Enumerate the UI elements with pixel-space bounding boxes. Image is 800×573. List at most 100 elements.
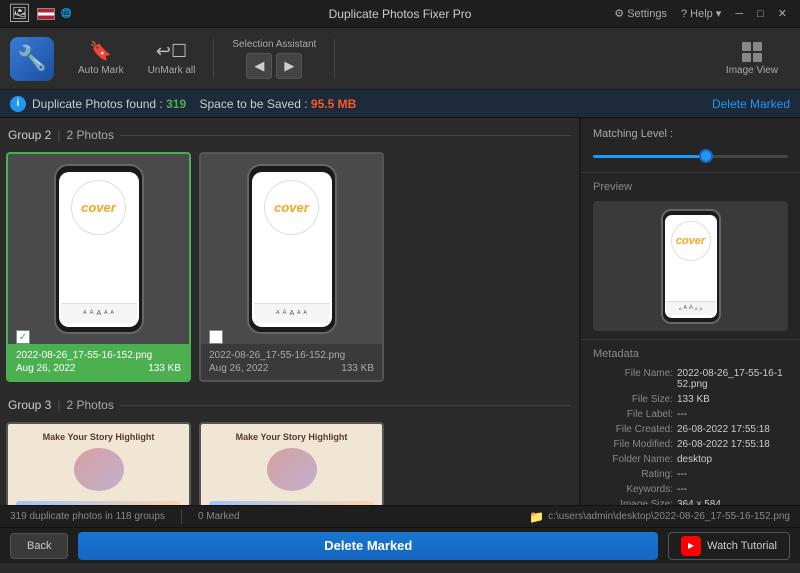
status-file: 📁 c:\users\admin\desktop\2022-08-26_17-5… — [529, 510, 790, 524]
meta-value: 26-08-2022 17:55:18 — [677, 424, 770, 435]
preview-section: Preview cover A A A A — [581, 173, 800, 340]
status-bar: 319 duplicate photos in 118 groups 0 Mar… — [0, 505, 800, 527]
story-thumb-2: Make Your Story Highlight — [201, 424, 382, 505]
meta-value: --- — [677, 469, 687, 480]
toolbar: 🔧 🔖 Auto Mark ↩☐ UnMark all Selection As… — [0, 28, 800, 90]
title-bar: 🖼 🌐 Duplicate Photos Fixer Pro ⚙ Setting… — [0, 0, 800, 28]
photo-thumb-2: cover A A A A A — [201, 154, 382, 344]
group-2-count: 2 Photos — [66, 128, 113, 142]
watch-tutorial-label: Watch Tutorial — [707, 540, 777, 552]
info-size: 95.5 MB — [311, 97, 356, 111]
info-icon: i — [10, 96, 26, 112]
photo-size-1: 133 KB — [148, 363, 181, 374]
delete-marked-button[interactable]: Delete Marked — [78, 532, 658, 560]
status-marked: 0 Marked — [198, 511, 240, 522]
photo-filename-2: 2022-08-26_17-55-16-152.png — [209, 350, 374, 361]
story-photo-2[interactable]: Make Your Story Highlight — [199, 422, 384, 505]
maximize-button[interactable]: □ — [752, 6, 769, 22]
photo-item-2[interactable]: cover A A A A A — [199, 152, 384, 382]
story-content-1: Make Your Story Highlight — [8, 424, 189, 505]
meta-key: Folder Name: — [593, 454, 673, 465]
metadata-row: File Modified:26-08-2022 17:55:18 — [593, 439, 788, 450]
meta-value: --- — [677, 409, 687, 420]
info-bar: i Duplicate Photos found : 319 Space to … — [0, 90, 800, 118]
main-container: Group 2 | 2 Photos cover — [0, 118, 800, 505]
photo-checkbox-1[interactable]: ✓ — [16, 330, 30, 344]
metadata-row: Folder Name: desktop — [593, 454, 788, 465]
toolbar-divider-2 — [334, 39, 335, 79]
metadata-row: Rating: --- — [593, 469, 788, 480]
back-button[interactable]: Back — [10, 533, 68, 559]
meta-key: File Modified: — [593, 439, 673, 450]
watch-tutorial-button[interactable]: ▶ Watch Tutorial — [668, 532, 790, 560]
meta-key: Rating: — [593, 469, 673, 480]
preview-screen: cover A A A A A — [665, 215, 717, 318]
meta-key: File Name: — [593, 368, 673, 390]
selection-prev-button[interactable]: ◀ — [246, 53, 272, 79]
title-bar-right: ⚙ Settings ? Help ▾ ─ □ ✕ — [609, 5, 792, 22]
metadata-row: Image Size:364 x 584 — [593, 499, 788, 505]
meta-value: --- — [677, 484, 687, 495]
metadata-row: Keywords: --- — [593, 484, 788, 495]
metadata-row: File Size:133 KB — [593, 394, 788, 405]
auto-mark-icon: 🔖 — [90, 41, 112, 62]
metadata-row: File Created: 26-08-2022 17:55:18 — [593, 424, 788, 435]
story-photo-1[interactable]: Make Your Story Highlight — [6, 422, 191, 505]
app-logo-icon: 🔧 — [10, 37, 54, 81]
image-view-label: Image View — [726, 65, 778, 76]
meta-key: Keywords: — [593, 484, 673, 495]
story-circle-2 — [267, 448, 317, 491]
metadata-title: Metadata — [593, 348, 788, 360]
close-button[interactable]: ✕ — [773, 5, 792, 22]
group-divider — [120, 135, 571, 136]
meta-key: File Created: — [593, 424, 673, 435]
image-view-button[interactable]: Image View — [712, 36, 792, 82]
selection-assistant: Selection Assistant ◀ ▶ — [222, 39, 326, 79]
group-3-photos: Make Your Story Highlight — [6, 422, 573, 505]
meta-value: desktop — [677, 454, 712, 465]
info-text: Duplicate Photos found : 319 Space to be… — [32, 97, 356, 111]
help-button[interactable]: ? Help ▾ — [676, 5, 726, 22]
minimize-button[interactable]: ─ — [730, 6, 748, 22]
title-bar-left: 🖼 🌐 — [8, 3, 72, 24]
settings-button[interactable]: ⚙ Settings — [609, 5, 672, 22]
metadata-section: Metadata File Name:2022-08-26_17-55-16-1… — [581, 340, 800, 505]
group-2-photos: cover A A A A A — [6, 152, 573, 382]
info-count: 319 — [166, 97, 186, 111]
phone-screen-2: cover A A A A A — [252, 172, 332, 327]
meta-value: 2022-08-26_17-55-16-152.png — [677, 368, 788, 390]
status-filepath: c:\users\admin\desktop\2022-08-26_17-55-… — [548, 511, 790, 522]
delete-marked-link[interactable]: Delete Marked — [712, 97, 790, 111]
selection-assistant-buttons: ◀ ▶ — [246, 53, 302, 79]
photo-panel[interactable]: Group 2 | 2 Photos cover — [0, 118, 580, 505]
phone-screen-1: cover A A A A A — [59, 172, 139, 327]
matching-slider-thumb[interactable] — [699, 149, 713, 163]
image-view-icon — [742, 42, 762, 62]
photo-checkbox-2[interactable] — [209, 330, 223, 344]
play-icon: ▶ — [681, 536, 701, 556]
matching-label: Matching Level : — [593, 128, 788, 140]
unmark-all-button[interactable]: ↩☐ UnMark all — [138, 33, 206, 85]
preview-phone: cover A A A A A — [661, 209, 721, 324]
app-logo: 🔧 — [8, 35, 56, 83]
story-thumb-1: Make Your Story Highlight — [8, 424, 189, 505]
preview-title: Preview — [593, 181, 788, 193]
group-2-label: Group 2 — [8, 128, 51, 142]
info-prefix: Duplicate Photos found : — [32, 97, 166, 111]
metadata-row: File Label: --- — [593, 409, 788, 420]
matching-slider-container[interactable] — [593, 148, 788, 164]
status-divider-1 — [181, 510, 182, 524]
selection-next-button[interactable]: ▶ — [276, 53, 302, 79]
metadata-row: File Name:2022-08-26_17-55-16-152.png — [593, 368, 788, 390]
auto-mark-button[interactable]: 🔖 Auto Mark — [68, 33, 134, 85]
group-2-header: Group 2 | 2 Photos — [6, 124, 573, 146]
group-3-divider — [120, 405, 571, 406]
photo-filename-1: 2022-08-26_17-55-16-152.png — [16, 350, 181, 361]
meta-key: File Label: — [593, 409, 673, 420]
photo-item-1[interactable]: cover A A A A A — [6, 152, 191, 382]
group-3-count: 2 Photos — [66, 398, 113, 412]
photo-info-2: 2022-08-26_17-55-16-152.png Aug 26, 2022… — [201, 344, 382, 380]
auto-mark-label: Auto Mark — [78, 65, 124, 76]
story-content-2: Make Your Story Highlight — [201, 424, 382, 505]
right-panel: Matching Level : Preview cover — [580, 118, 800, 505]
